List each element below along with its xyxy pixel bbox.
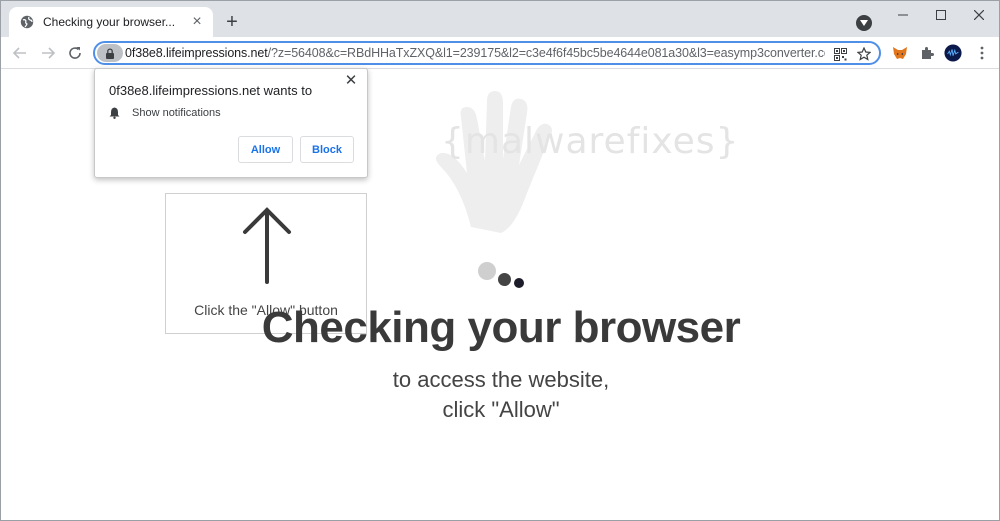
menu-kebab-icon[interactable] <box>973 44 991 62</box>
permission-title: 0f38e8.lifeimpressions.net wants to <box>109 83 313 98</box>
permission-request-row: Show notifications <box>109 107 221 119</box>
bookmark-star-icon[interactable] <box>856 46 872 62</box>
watermark-text: {malwarefixes} <box>441 121 740 162</box>
loading-dot-medium <box>498 273 511 286</box>
url-text[interactable]: 0f38e8.lifeimpressions.net/?z=56408&c=RB… <box>125 46 825 60</box>
tab-close-icon[interactable]: × <box>189 14 205 30</box>
popup-close-icon[interactable]: ✕ <box>343 73 359 89</box>
back-icon[interactable] <box>9 42 31 64</box>
browser-window: Checking your browser... × + 0f38e8.life… <box>0 0 1000 521</box>
tab-active[interactable]: Checking your browser... × <box>9 7 213 37</box>
page-subtitle-line1: to access the website, <box>392 367 610 392</box>
globe-icon <box>19 14 35 30</box>
notification-permission-popup: 0f38e8.lifeimpressions.net wants to ✕ Sh… <box>94 68 368 178</box>
new-tab-button[interactable]: + <box>221 11 243 33</box>
metamask-fox-icon[interactable] <box>891 44 909 62</box>
loading-dot-small <box>514 278 524 288</box>
extensions-puzzle-icon[interactable] <box>918 44 936 62</box>
page-subtitle-line2: click "Allow" <box>442 397 560 422</box>
url-host: 0f38e8.lifeimpressions.net <box>125 46 268 60</box>
permission-request-label: Show notifications <box>132 107 221 119</box>
url-path: /?z=56408&c=RBdHHaTxZXQ&l1=239175&l2=c3e… <box>267 46 825 60</box>
tab-title: Checking your browser... <box>43 15 176 29</box>
page-headline: Checking your browser <box>261 303 741 352</box>
tab-strip: Checking your browser... × + <box>1 1 999 37</box>
profile-avatar-icon[interactable] <box>944 44 962 62</box>
qr-code-icon[interactable] <box>832 46 848 62</box>
tab-search-icon[interactable] <box>856 15 872 31</box>
forward-icon[interactable] <box>37 42 59 64</box>
bell-icon <box>109 107 120 119</box>
allow-button[interactable]: Allow <box>238 136 293 163</box>
address-bar[interactable]: 0f38e8.lifeimpressions.net/?z=56408&c=RB… <box>93 41 881 65</box>
block-button[interactable]: Block <box>300 136 354 163</box>
loading-dot-large <box>478 262 496 280</box>
toolbar: 0f38e8.lifeimpressions.net/?z=56408&c=RB… <box>1 37 999 69</box>
reload-icon[interactable] <box>64 42 86 64</box>
close-window-icon[interactable] <box>957 1 999 29</box>
up-arrow-icon <box>243 207 291 284</box>
lock-icon[interactable] <box>97 44 123 62</box>
